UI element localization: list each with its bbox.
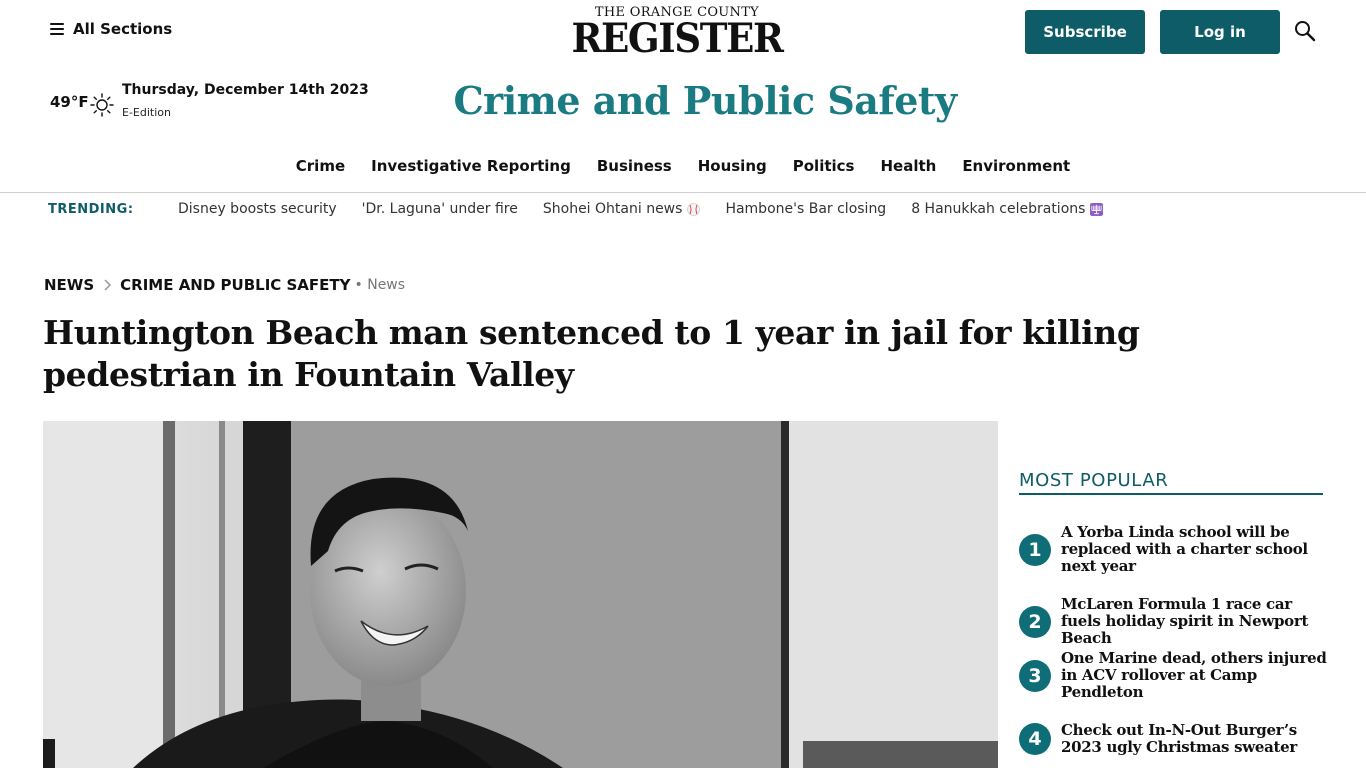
trending-item[interactable]: 8 Hanukkah celebrations: [911, 201, 1104, 217]
trending-item-label: 'Dr. Laguna' under fire: [361, 201, 518, 217]
popular-item-title: McLaren Formula 1 race car fuels holiday…: [1061, 595, 1309, 647]
search-icon[interactable]: [1294, 20, 1316, 42]
trending-item-label: 8 Hanukkah celebrations: [911, 201, 1086, 217]
breadcrumb: NEWS CRIME AND PUBLIC SAFETY • News: [44, 276, 405, 294]
most-popular-title: MOST POPULAR: [1019, 470, 1323, 495]
article-headline: Huntington Beach man sentenced to 1 year…: [43, 313, 1140, 394]
popular-item-4[interactable]: 4 Check out In-N-Out Burger’s 2023 ugly …: [1019, 722, 1329, 756]
most-popular: MOST POPULAR 1 A Yorba Linda school will…: [1019, 470, 1327, 756]
top-bar: All Sections THE ORANGE COUNTY REGISTER …: [0, 0, 1366, 70]
nav-item-housing[interactable]: Housing: [685, 157, 780, 175]
main-nav: Crime Investigative Reporting Business H…: [0, 157, 1366, 175]
trending-bar: TRENDING: Disney boosts security 'Dr. La…: [48, 200, 1128, 218]
trending-label: TRENDING:: [48, 201, 134, 217]
trending-item[interactable]: Shohei Ohtani news: [543, 201, 701, 217]
baseball-icon: [687, 202, 701, 216]
menorah-icon: [1090, 202, 1104, 216]
trending-item-label: Hambone's Bar closing: [725, 201, 887, 217]
nav-item-business[interactable]: Business: [584, 157, 685, 175]
nav-item-investigative-reporting[interactable]: Investigative Reporting: [358, 157, 584, 175]
popular-item-title: One Marine dead, others injured in ACV r…: [1061, 649, 1327, 701]
trending-item[interactable]: 'Dr. Laguna' under fire: [362, 201, 518, 217]
breadcrumb-subsection: • News: [354, 277, 406, 293]
logo-main-text: REGISTER: [571, 15, 783, 62]
trending-item[interactable]: Disney boosts security: [178, 201, 337, 217]
all-sections-button[interactable]: All Sections: [50, 20, 172, 38]
popular-item-3[interactable]: 3 One Marine dead, others injured in ACV…: [1019, 650, 1329, 701]
nav-divider: [0, 192, 1366, 193]
section-title: Crime and Public Safety: [453, 78, 957, 123]
nav-item-health[interactable]: Health: [867, 157, 949, 175]
popular-item-title: Check out In-N-Out Burger’s 2023 ugly Ch…: [1061, 721, 1297, 756]
nav-item-politics[interactable]: Politics: [780, 157, 868, 175]
chevron-right-icon: [104, 279, 112, 291]
trending-item-label: Shohei Ohtani news: [542, 201, 683, 217]
popular-rank-badge: 3: [1019, 659, 1051, 692]
nav-item-environment[interactable]: Environment: [949, 157, 1083, 175]
breadcrumb-crime-and-public-safety[interactable]: CRIME AND PUBLIC SAFETY: [120, 276, 350, 294]
hero-photo: [43, 421, 998, 768]
article-hero-image[interactable]: [43, 421, 998, 768]
popular-rank-badge: 4: [1019, 723, 1051, 755]
popular-item-1[interactable]: 1 A Yorba Linda school will be replaced …: [1019, 524, 1329, 575]
popular-item-2[interactable]: 2 McLaren Formula 1 race car fuels holid…: [1019, 596, 1329, 647]
login-button[interactable]: Log in: [1160, 10, 1280, 54]
trending-item[interactable]: Hambone's Bar closing: [725, 201, 886, 217]
popular-rank-badge: 2: [1019, 605, 1051, 638]
subscribe-button[interactable]: Subscribe: [1025, 10, 1145, 54]
nav-item-crime[interactable]: Crime: [283, 157, 358, 175]
popular-item-title: A Yorba Linda school will be replaced wi…: [1061, 523, 1308, 575]
all-sections-label: All Sections: [73, 20, 173, 38]
site-logo[interactable]: THE ORANGE COUNTY REGISTER: [562, 6, 792, 62]
popular-rank-badge: 1: [1019, 533, 1051, 566]
breadcrumb-news[interactable]: NEWS: [44, 276, 94, 294]
trending-item-label: Disney boosts security: [178, 201, 337, 217]
hamburger-icon: [50, 23, 64, 35]
